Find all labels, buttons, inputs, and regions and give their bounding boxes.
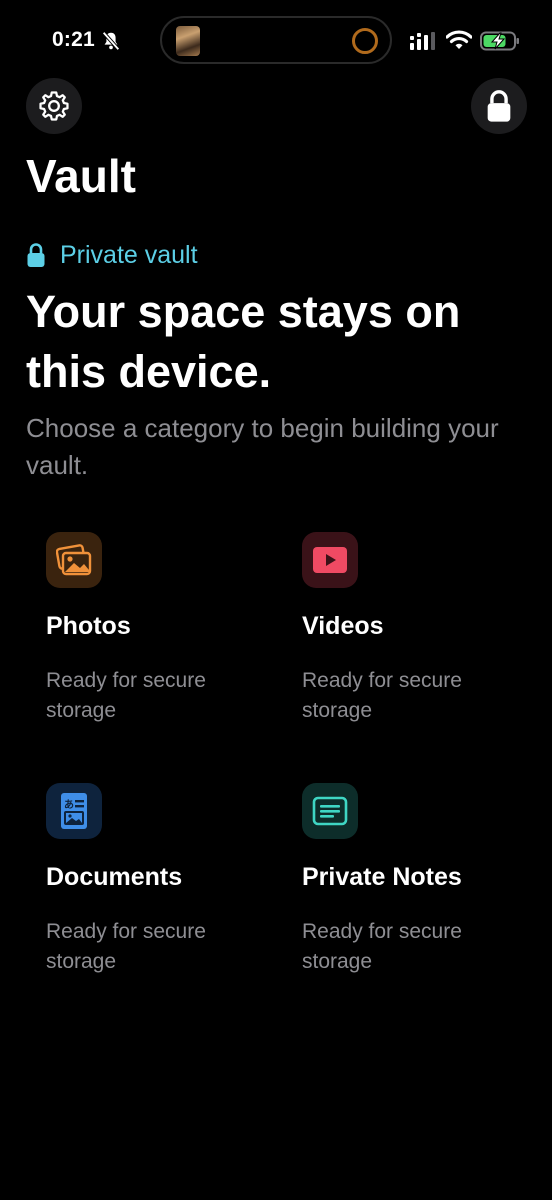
svg-text:あ: あ <box>64 798 74 811</box>
bell-slash-icon <box>102 31 120 51</box>
category-description: Ready for secure storage <box>46 920 206 973</box>
category-videos[interactable]: Videos Ready for secure storage <box>302 532 532 732</box>
photos-icon-tile <box>46 532 102 588</box>
category-description: Ready for secure storage <box>302 920 462 973</box>
now-playing-artwork <box>176 26 200 56</box>
documents-icon-tile: あ <box>46 783 102 839</box>
settings-button[interactable] <box>26 78 82 134</box>
category-title: Documents <box>46 863 183 891</box>
category-photos[interactable]: Photos Ready for secure storage <box>46 532 276 732</box>
battery-charging-icon <box>480 31 519 51</box>
category-documents[interactable]: あ Documents Ready for secure storage <box>46 783 276 983</box>
private-vault-badge: Private vault <box>26 238 198 272</box>
status-time: 0:21 <box>52 28 95 51</box>
videos-icon-tile <box>302 532 358 588</box>
notes-icon-tile <box>302 783 358 839</box>
category-title: Private Notes <box>302 863 462 891</box>
category-description: Ready for secure storage <box>302 669 462 722</box>
subtitle: Choose a category to begin building your… <box>26 413 499 480</box>
dynamic-island[interactable] <box>160 16 392 64</box>
lock-icon <box>27 243 45 267</box>
photos-icon <box>56 544 92 576</box>
document-icon: あ <box>61 793 87 829</box>
lock-icon <box>487 90 511 122</box>
headline: Your space stays on this device. <box>26 286 461 397</box>
category-title: Videos <box>302 612 384 640</box>
gear-icon <box>39 91 69 121</box>
status-bar: 0:21 <box>0 0 552 80</box>
notes-icon <box>312 796 348 826</box>
category-private-notes[interactable]: Private Notes Ready for secure storage <box>302 783 532 983</box>
category-title: Photos <box>46 612 131 640</box>
category-description: Ready for secure storage <box>46 669 206 722</box>
page-title: Vault <box>26 150 136 202</box>
signal-icon <box>410 32 435 50</box>
play-icon <box>313 547 347 573</box>
lock-button[interactable] <box>471 78 527 134</box>
badge-label: Private vault <box>60 240 198 269</box>
wifi-icon <box>446 30 472 49</box>
activity-ring-icon <box>352 28 378 54</box>
